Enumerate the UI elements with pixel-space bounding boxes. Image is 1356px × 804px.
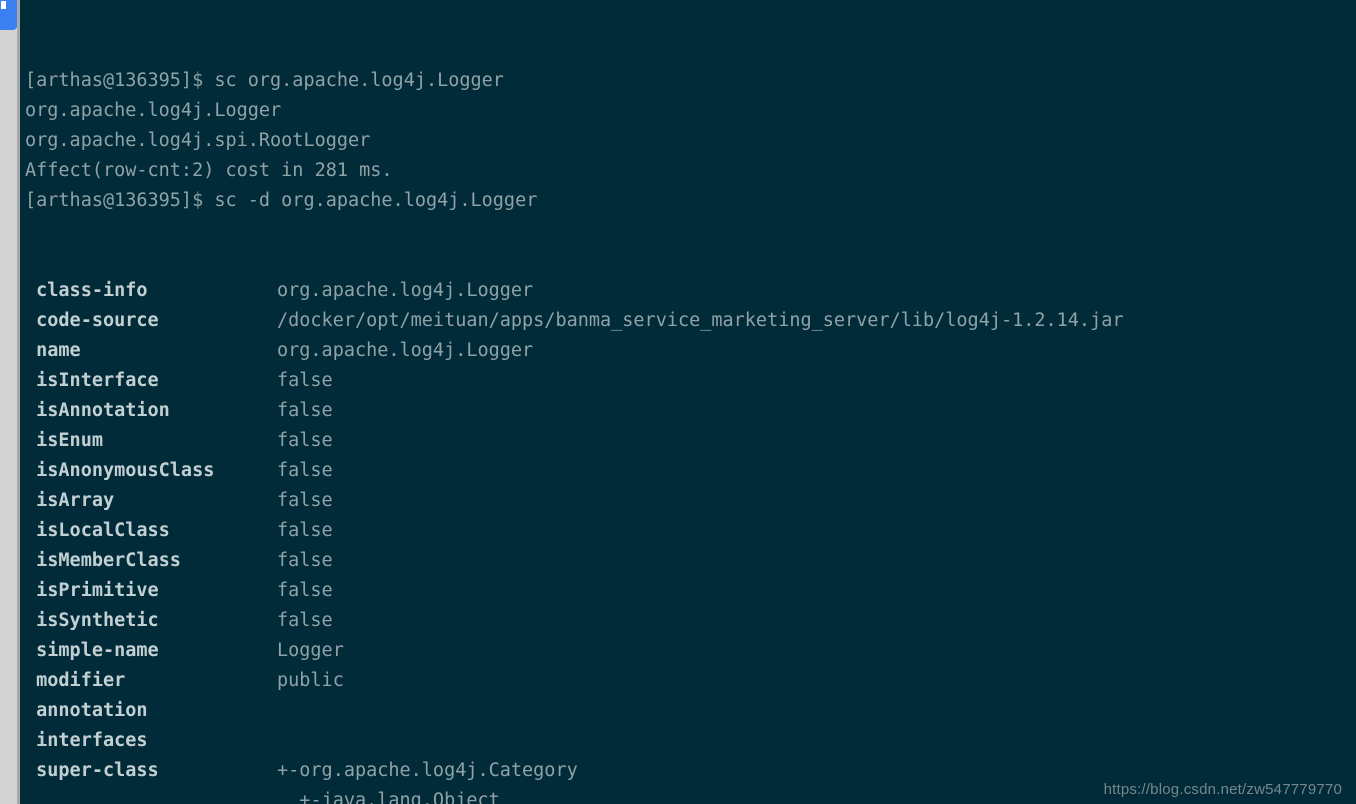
command-history-block: [arthas@136395]$ sc org.apache.log4j.Log… bbox=[25, 66, 1356, 216]
class-detail-key: isEnum bbox=[25, 430, 103, 451]
class-detail-key: isPrimitive bbox=[25, 580, 159, 601]
class-detail-value: false bbox=[277, 400, 333, 421]
class-detail-key: name bbox=[25, 340, 81, 361]
terminal-line: org.apache.log4j.Logger bbox=[25, 100, 282, 121]
class-detail-key: annotation bbox=[25, 700, 148, 721]
class-detail-key: class-info bbox=[25, 280, 148, 301]
class-detail-key: isInterface bbox=[25, 370, 159, 391]
class-detail-row: isArray false bbox=[25, 486, 1356, 516]
class-detail-row: isSynthetic false bbox=[25, 606, 1356, 636]
terminal-line: org.apache.log4j.spi.RootLogger bbox=[25, 130, 371, 151]
class-detail-row: interfaces bbox=[25, 726, 1356, 756]
class-detail-value: Logger bbox=[277, 640, 344, 661]
terminal-line: Affect(row-cnt:2) cost in 281 ms. bbox=[25, 160, 393, 181]
class-detail-key: isArray bbox=[25, 490, 115, 511]
terminal-line: [arthas@136395]$ sc -d org.apache.log4j.… bbox=[25, 190, 538, 211]
class-detail-key: code-source bbox=[25, 310, 159, 331]
class-detail-value: false bbox=[277, 430, 333, 451]
scrollbar-thumb-glyph-icon bbox=[1, 1, 6, 9]
terminal-screenshot: [arthas@136395]$ sc org.apache.log4j.Log… bbox=[0, 0, 1356, 804]
class-detail-value: public bbox=[277, 670, 344, 691]
class-detail-value: false bbox=[277, 610, 333, 631]
class-detail-value: false bbox=[277, 550, 333, 571]
class-detail-row: isMemberClass false bbox=[25, 546, 1356, 576]
class-detail-key: super-class bbox=[25, 760, 159, 781]
vertical-scrollbar-track[interactable] bbox=[0, 0, 20, 804]
class-detail-value: org.apache.log4j.Logger bbox=[277, 280, 534, 301]
class-detail-row: class-info org.apache.log4j.Logger bbox=[25, 276, 1356, 306]
class-detail-value: false bbox=[277, 520, 333, 541]
class-detail-value: +-java.lang.Object bbox=[277, 790, 500, 804]
class-detail-key: isLocalClass bbox=[25, 520, 170, 541]
class-detail-value: +-org.apache.log4j.Category bbox=[277, 760, 578, 781]
class-detail-row: isInterface false bbox=[25, 366, 1356, 396]
class-detail-block: class-info org.apache.log4j.Logger code-s… bbox=[25, 276, 1356, 804]
class-detail-key: isMemberClass bbox=[25, 550, 181, 571]
class-detail-row: modifier public bbox=[25, 666, 1356, 696]
class-detail-row: isAnnotation false bbox=[25, 396, 1356, 426]
class-detail-row: annotation bbox=[25, 696, 1356, 726]
vertical-scrollbar-thumb[interactable] bbox=[0, 0, 17, 30]
class-detail-value: false bbox=[277, 370, 333, 391]
class-detail-key: interfaces bbox=[25, 730, 148, 751]
class-detail-key: modifier bbox=[25, 670, 126, 691]
class-detail-value: false bbox=[277, 490, 333, 511]
class-detail-key: isAnonymousClass bbox=[25, 460, 215, 481]
class-detail-key: isSynthetic bbox=[25, 610, 159, 631]
class-detail-row: isAnonymousClass false bbox=[25, 456, 1356, 486]
class-detail-value: /docker/opt/meituan/apps/banma_service_m… bbox=[277, 310, 1124, 331]
terminal-line: [arthas@136395]$ sc org.apache.log4j.Log… bbox=[25, 70, 504, 91]
terminal-output-pane[interactable]: [arthas@136395]$ sc org.apache.log4j.Log… bbox=[20, 0, 1356, 804]
class-detail-row: isPrimitive false bbox=[25, 576, 1356, 606]
watermark-text: https://blog.csdn.net/zw547779770 bbox=[1103, 781, 1342, 798]
class-detail-value: org.apache.log4j.Logger bbox=[277, 340, 534, 361]
class-detail-value: false bbox=[277, 580, 333, 601]
class-detail-row: code-source/docker/opt/meituan/apps/banm… bbox=[25, 306, 1356, 336]
class-detail-key: isAnnotation bbox=[25, 400, 170, 421]
class-detail-row: name org.apache.log4j.Logger bbox=[25, 336, 1356, 366]
class-detail-row: isEnum false bbox=[25, 426, 1356, 456]
class-detail-row: isLocalClass false bbox=[25, 516, 1356, 546]
class-detail-value: false bbox=[277, 460, 333, 481]
class-detail-row: simple-name Logger bbox=[25, 636, 1356, 666]
class-detail-key: simple-name bbox=[25, 640, 159, 661]
